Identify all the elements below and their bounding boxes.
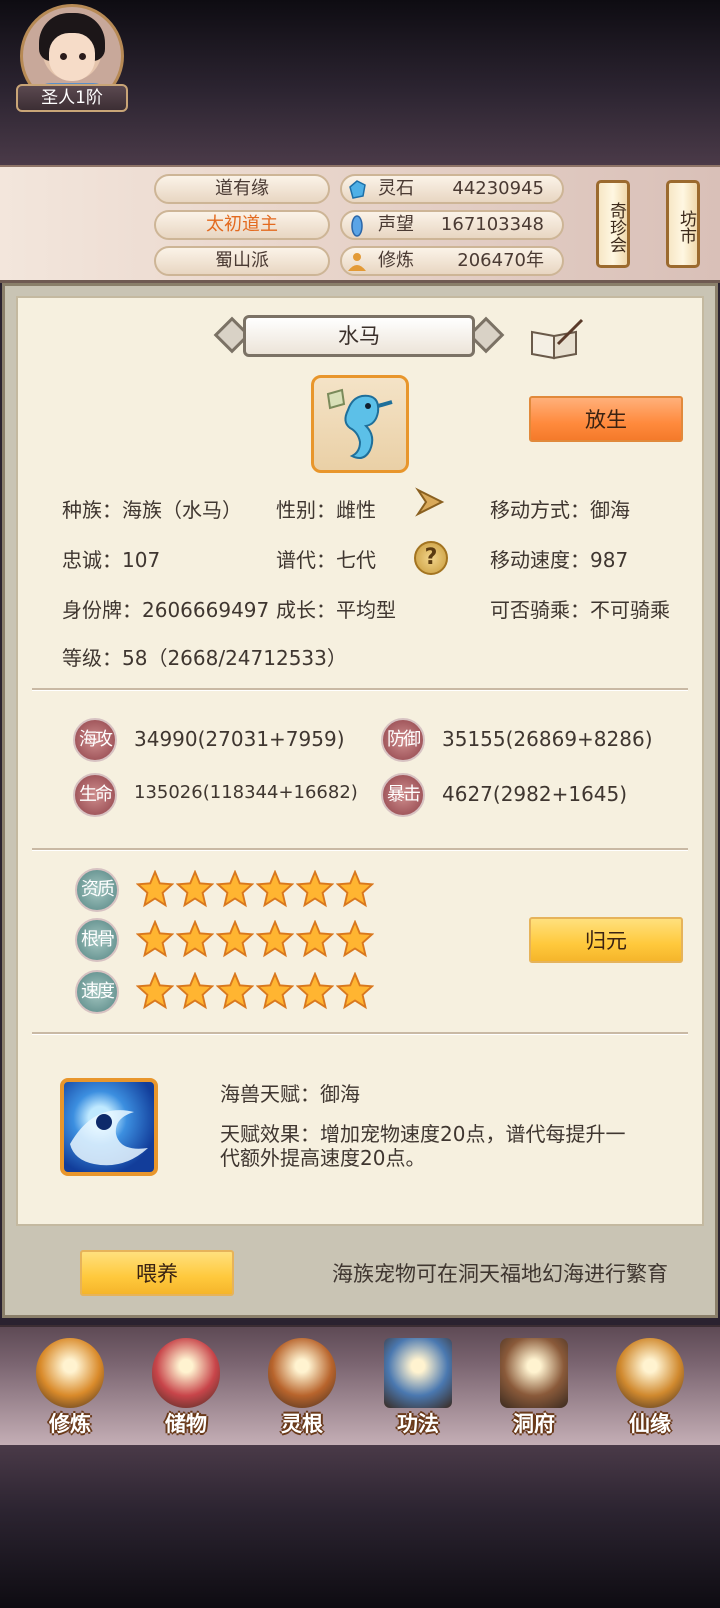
- star-icon: [296, 870, 334, 908]
- pet-portrait: [311, 375, 409, 473]
- rank-badge: 圣人1阶: [16, 84, 128, 112]
- star-icon: [256, 972, 294, 1010]
- player-title: 太初道主: [154, 210, 330, 240]
- cultivation-icon: [348, 253, 366, 271]
- spirit-root-icon: [268, 1338, 336, 1408]
- pet-loyalty: 忠诚：107: [62, 548, 161, 572]
- chevron-right-icon[interactable]: [412, 486, 448, 518]
- divider: [32, 848, 688, 851]
- nav-cultivate[interactable]: 修炼: [22, 1330, 118, 1442]
- rename-book-icon[interactable]: [528, 318, 584, 360]
- star-icon: [336, 920, 374, 958]
- technique-book-icon: [384, 1338, 452, 1408]
- cultivation-stat: 修炼 206470年: [340, 246, 564, 276]
- breeding-hint: 海族宠物可在洞天福地幻海进行繁育: [332, 1262, 668, 1286]
- reputation-stat: 声望 167103348: [340, 210, 564, 240]
- help-icon[interactable]: ?: [414, 541, 448, 575]
- star-icon: [176, 920, 214, 958]
- star-icon: [176, 870, 214, 908]
- star-icon: [336, 870, 374, 908]
- pet-level: 等级：58（2668/24712533）: [62, 646, 347, 670]
- pet-gender: 性别：雌性: [276, 498, 376, 522]
- feed-button[interactable]: 喂养: [80, 1250, 234, 1296]
- spirit-stone-stat: 灵石 44230945: [340, 174, 564, 204]
- spirit-stone-icon: [349, 180, 366, 199]
- meditation-icon: [36, 1338, 104, 1408]
- player-name: 道有缘: [154, 174, 330, 204]
- storage-bag-icon: [152, 1338, 220, 1408]
- star-icon: [176, 972, 214, 1010]
- divider: [32, 688, 688, 691]
- talent-name: 海兽天赋：御海: [220, 1082, 360, 1106]
- nav-technique[interactable]: 功法: [370, 1330, 466, 1442]
- star-icon: [216, 920, 254, 958]
- aptitude-badge: 资质: [75, 868, 119, 912]
- star-icon: [136, 972, 174, 1010]
- critical-value: 4627(2982+1645): [442, 782, 628, 806]
- pet-name: 水马: [243, 315, 475, 357]
- talent-effect: 天赋效果：增加宠物速度20点，谱代每提升一代额外提高速度20点。: [220, 1122, 626, 1170]
- speed-stars: [136, 972, 386, 1012]
- nav-spirit-root[interactable]: 灵根: [254, 1330, 350, 1442]
- pet-move-speed: 移动速度：987: [490, 548, 629, 572]
- health-badge: 生命: [73, 773, 117, 817]
- pet-rideable: 可否骑乘：不可骑乘: [490, 598, 670, 622]
- star-icon: [296, 920, 334, 958]
- star-icon: [136, 870, 174, 908]
- reset-button[interactable]: 归元: [529, 917, 683, 963]
- star-icon: [296, 972, 334, 1010]
- sea-talent-icon[interactable]: [60, 1078, 158, 1176]
- star-icon: [136, 920, 174, 958]
- cultivation-label: 修炼: [378, 250, 414, 271]
- star-icon: [256, 920, 294, 958]
- bone-badge: 根骨: [75, 918, 119, 962]
- bottom-background: [0, 1445, 720, 1608]
- aptitude-stars: [136, 870, 386, 910]
- reputation-value: 167103348: [440, 214, 544, 235]
- critical-badge: 暴击: [381, 773, 425, 817]
- player-sect: 蜀山派: [154, 246, 330, 276]
- treasure-fair-button[interactable]: 奇珍会: [596, 180, 630, 268]
- release-button[interactable]: 放生: [529, 396, 683, 442]
- seahorse-icon: [326, 388, 393, 459]
- pet-growth: 成长：平均型: [276, 598, 396, 622]
- speed-badge: 速度: [75, 970, 119, 1014]
- star-icon: [256, 870, 294, 908]
- health-value: 135026(118344+16682): [134, 782, 358, 803]
- gourd-icon: [616, 1338, 684, 1408]
- defense-badge: 防御: [381, 718, 425, 762]
- nav-cave-mansion[interactable]: 洞府: [486, 1330, 582, 1442]
- pet-generation: 谱代：七代: [276, 548, 376, 572]
- spirit-stone-value: 44230945: [452, 178, 544, 199]
- pet-move-type: 移动方式：御海: [490, 498, 630, 522]
- star-icon: [216, 972, 254, 1010]
- market-button[interactable]: 坊市: [666, 180, 700, 268]
- bone-stars: [136, 920, 386, 960]
- star-icon: [216, 870, 254, 908]
- reputation-label: 声望: [378, 214, 414, 235]
- nav-storage[interactable]: 储物: [138, 1330, 234, 1442]
- nav-fate[interactable]: 仙缘: [602, 1330, 698, 1442]
- spirit-stone-label: 灵石: [378, 178, 414, 199]
- divider: [32, 1032, 688, 1035]
- star-icon: [336, 972, 374, 1010]
- reputation-icon: [351, 215, 363, 237]
- pet-race: 种族：海族（水马）: [62, 498, 242, 522]
- pet-title-plate: 水马: [213, 311, 505, 361]
- pet-id-tag: 身份牌：2606669497: [62, 598, 270, 622]
- sea-attack-badge: 海攻: [73, 718, 117, 762]
- cultivation-value: 206470年: [457, 250, 544, 271]
- sea-attack-value: 34990(27031+7959): [134, 727, 345, 751]
- cave-mansion-icon: [500, 1338, 568, 1408]
- defense-value: 35155(26869+8286): [442, 727, 653, 751]
